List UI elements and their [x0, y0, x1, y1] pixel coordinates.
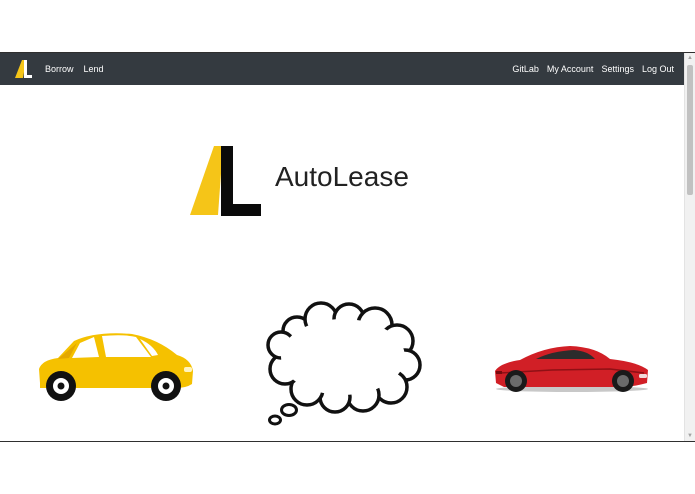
scroll-thumb[interactable] [687, 65, 693, 195]
scroll-down-icon[interactable]: ▼ [685, 431, 695, 441]
nav-right: GitLab My Account Settings Log Out [512, 53, 674, 85]
vertical-scrollbar[interactable]: ▲ ▼ [684, 53, 695, 441]
browser-viewport: Borrow Lend GitLab My Account Settings L… [0, 52, 695, 442]
hero-title: AutoLease [275, 161, 409, 192]
nav-settings-link[interactable]: Settings [601, 64, 634, 74]
brand-logo-icon[interactable] [15, 60, 33, 78]
nav-logout-link[interactable]: Log Out [642, 64, 674, 74]
yellow-car-icon [39, 333, 193, 401]
nav-borrow-link[interactable]: Borrow [45, 64, 74, 74]
thought-cloud-icon [266, 301, 422, 426]
scroll-up-icon[interactable]: ▲ [685, 53, 695, 63]
nav-my-account-link[interactable]: My Account [547, 64, 594, 74]
top-navbar: Borrow Lend GitLab My Account Settings L… [0, 53, 685, 85]
autolease-logo-icon [190, 146, 261, 216]
nav-gitlab-link[interactable]: GitLab [512, 64, 539, 74]
red-sports-car-icon [495, 346, 648, 392]
nav-lend-link[interactable]: Lend [84, 64, 104, 74]
nav-left: Borrow Lend [45, 53, 104, 85]
